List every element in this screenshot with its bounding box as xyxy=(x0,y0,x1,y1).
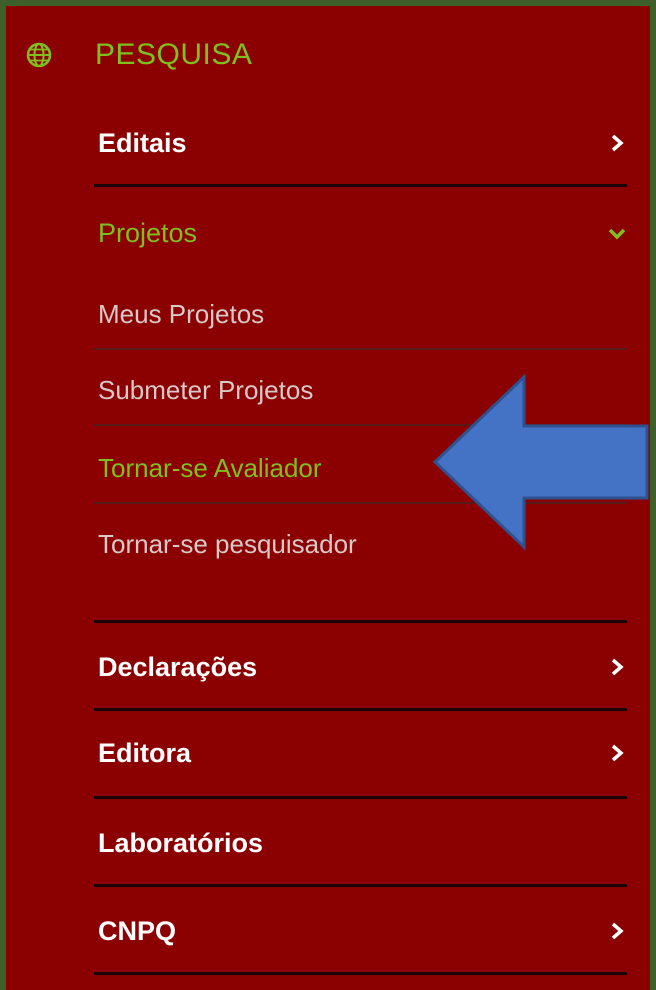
menu-divider xyxy=(94,796,627,799)
menu-item-label: Declarações xyxy=(98,651,258,682)
menu-divider xyxy=(94,884,627,887)
menu-divider xyxy=(94,184,627,187)
menu-item-editais[interactable]: Editais xyxy=(94,114,627,172)
submenu-item-label: Tornar-se Avaliador xyxy=(98,452,322,483)
chevron-right-icon xyxy=(611,658,624,676)
menu-divider xyxy=(94,708,627,711)
menu-item-cnpq[interactable]: CNPQ xyxy=(94,902,627,960)
menu-divider xyxy=(94,620,627,623)
menu-item-projetos[interactable]: Projetos xyxy=(94,204,627,262)
chevron-down-icon xyxy=(608,228,625,240)
menu-item-declaracoes[interactable]: Declarações xyxy=(94,638,627,696)
menu-item-editora[interactable]: Editora xyxy=(94,724,627,782)
menu-item-label: Laboratórios xyxy=(98,827,264,858)
globe-icon xyxy=(26,42,52,68)
menu-item-label: Editais xyxy=(98,127,187,158)
submenu-divider xyxy=(94,348,627,350)
menu-item-laboratorios[interactable]: Laboratórios xyxy=(94,814,627,872)
chevron-right-icon xyxy=(611,134,624,152)
submenu-item-label: Tornar-se pesquisador xyxy=(98,528,357,559)
arrow-left-icon xyxy=(432,374,649,550)
submenu-item-label: Submeter Projetos xyxy=(98,374,314,405)
chevron-right-icon xyxy=(611,744,624,762)
submenu-item-meus-projetos[interactable]: Meus Projetos xyxy=(94,286,627,342)
menu-divider xyxy=(94,972,627,975)
menu-item-label: Projetos xyxy=(98,217,198,248)
menu-item-label: CNPQ xyxy=(98,915,177,946)
menu-item-label: Editora xyxy=(98,737,192,768)
section-header[interactable]: PESQUISA xyxy=(6,32,650,92)
chevron-right-icon xyxy=(611,922,624,940)
submenu-item-label: Meus Projetos xyxy=(98,298,265,329)
section-title: PESQUISA xyxy=(95,38,253,71)
